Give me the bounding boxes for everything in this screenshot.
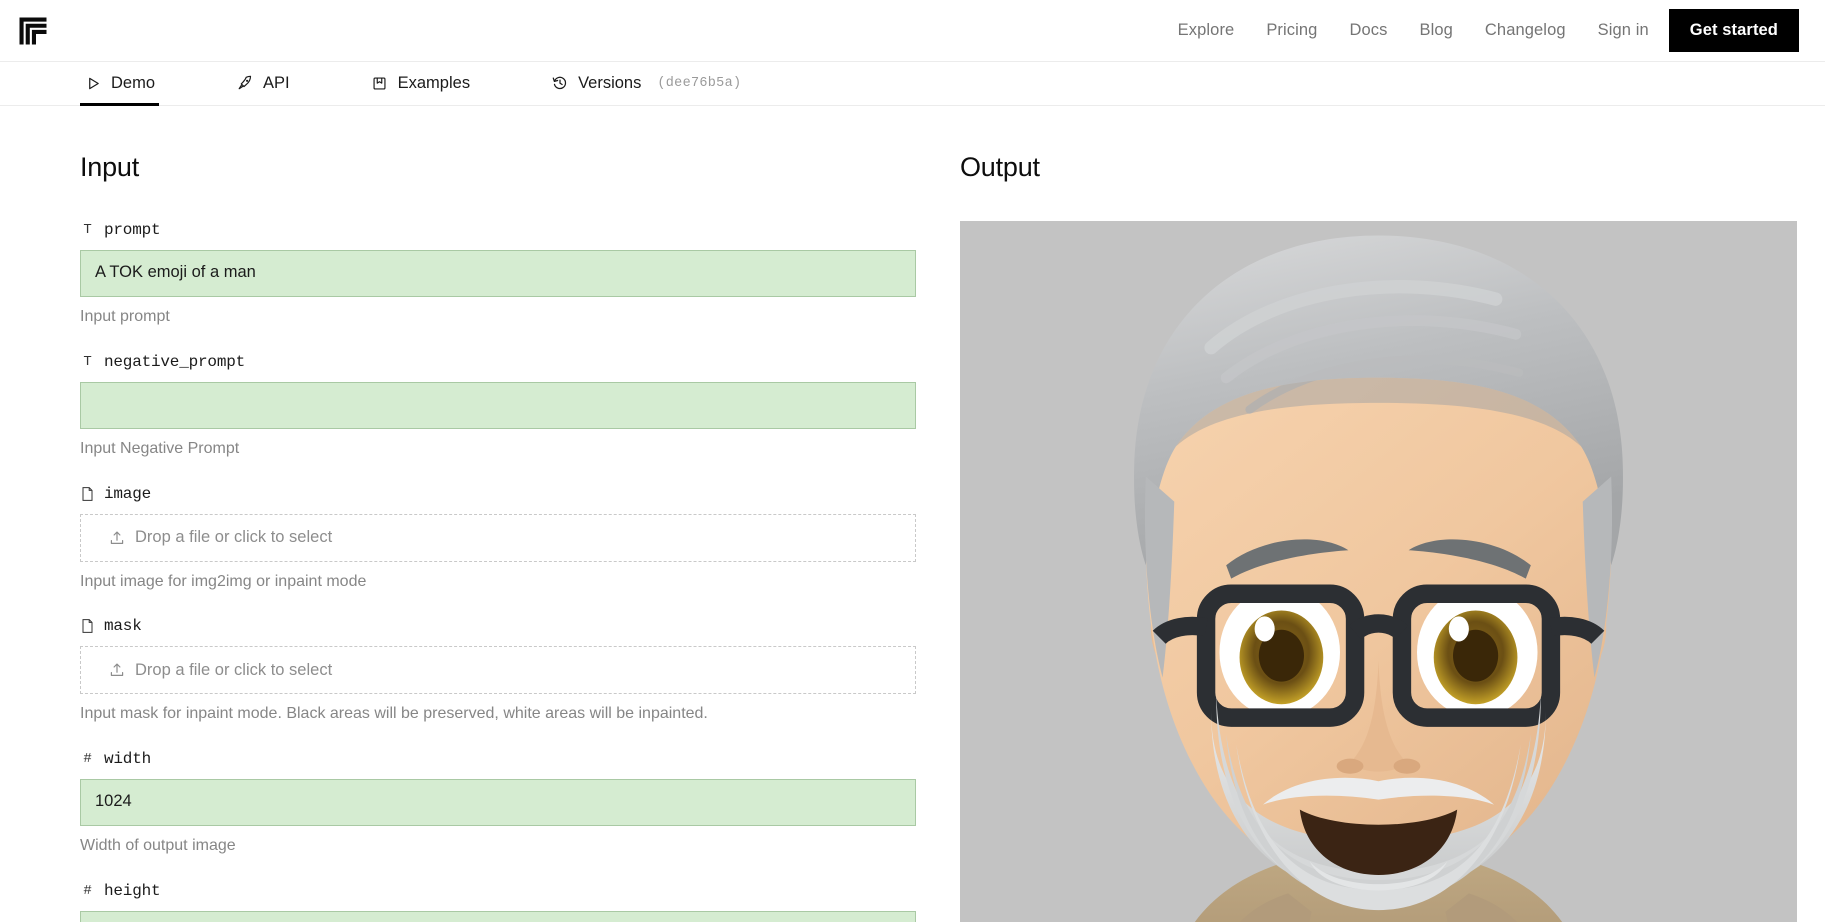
- version-hash: (dee76b5a): [657, 75, 742, 91]
- generated-emoji-portrait-icon: [960, 221, 1797, 922]
- tab-examples[interactable]: Examples: [367, 63, 474, 106]
- field-height-label: # height: [80, 882, 938, 900]
- image-drop-zone[interactable]: Drop a file or click to select: [80, 513, 916, 562]
- negative-prompt-input[interactable]: [80, 381, 916, 429]
- output-section-title: Output: [960, 152, 1040, 182]
- field-prompt-help: Input prompt: [80, 308, 170, 325]
- tab-demo[interactable]: Demo: [80, 63, 160, 106]
- nav-link-explore[interactable]: Explore: [1162, 13, 1251, 48]
- mask-drop-zone-label: Drop a file or click to select: [135, 660, 333, 679]
- text-type-icon: T: [83, 222, 92, 238]
- get-started-button[interactable]: Get started: [1668, 9, 1799, 52]
- nav-link-pricing[interactable]: Pricing: [1250, 13, 1333, 48]
- input-column: Input T prompt Input prompt T negative_p…: [80, 106, 938, 922]
- text-type-icon: T: [83, 353, 92, 370]
- rocket-icon: [236, 74, 254, 92]
- nav-link-blog[interactable]: Blog: [1403, 13, 1468, 48]
- field-width-help: Width of output image: [80, 837, 236, 855]
- tab-api-label: API: [263, 73, 290, 92]
- field-negative-prompt-name: negative_prompt: [104, 352, 246, 371]
- file-type-icon: [80, 486, 95, 502]
- mask-drop-zone[interactable]: Drop a file or click to select: [80, 646, 916, 695]
- width-input[interactable]: [80, 779, 916, 827]
- output-image[interactable]: [960, 221, 1797, 922]
- nav-link-changelog[interactable]: Changelog: [1469, 13, 1582, 48]
- tab-api[interactable]: API: [232, 63, 294, 106]
- field-image-help: Input image for img2img or inpaint mode: [80, 572, 367, 590]
- number-type-icon: #: [83, 882, 92, 899]
- upload-icon: [109, 530, 125, 546]
- height-input[interactable]: [80, 910, 916, 922]
- replicate-logo-icon: [19, 17, 47, 44]
- field-mask-help: Input mask for inpaint mode. Black areas…: [80, 705, 708, 723]
- upload-icon: [109, 662, 125, 678]
- image-drop-zone-label: Drop a file or click to select: [135, 528, 333, 547]
- field-width-label: # width: [80, 750, 938, 768]
- primary-navigation: Explore Pricing Docs Blog Changelog Sign…: [1162, 9, 1799, 52]
- field-image: image Drop a file or click to select Inp…: [80, 485, 938, 593]
- tab-versions[interactable]: Versions (dee76b5a): [547, 63, 745, 106]
- tab-versions-label: Versions: [578, 73, 642, 92]
- field-prompt-name: prompt: [104, 221, 161, 239]
- field-mask-name: mask: [104, 617, 142, 636]
- output-column: Output: [960, 106, 1797, 922]
- history-clock-icon: [551, 74, 569, 92]
- field-mask: mask Drop a file or click to select Inpu…: [80, 617, 938, 725]
- number-type-icon: #: [83, 751, 92, 768]
- field-prompt: T prompt Input prompt: [80, 221, 938, 328]
- nav-link-sign-in[interactable]: Sign in: [1582, 13, 1669, 48]
- field-mask-label: mask: [80, 617, 938, 635]
- file-type-icon: [80, 618, 95, 634]
- bookmark-save-icon: [371, 74, 389, 92]
- play-triangle-icon: [84, 74, 102, 92]
- field-negative-prompt-help: Input Negative Prompt: [80, 439, 240, 457]
- prompt-input[interactable]: [80, 250, 916, 297]
- nav-link-docs[interactable]: Docs: [1333, 13, 1403, 48]
- input-section-title: Input: [80, 152, 140, 182]
- main-content: Input T prompt Input prompt T negative_p…: [0, 106, 1825, 922]
- field-prompt-label: T prompt: [80, 221, 938, 239]
- model-tab-bar: Demo API Examples Versions (dee76b5a): [0, 62, 1825, 106]
- field-negative-prompt: T negative_prompt Input Negative Prompt: [80, 353, 938, 460]
- field-width-name: width: [104, 750, 152, 769]
- field-height: # height: [80, 882, 938, 922]
- field-height-name: height: [104, 881, 161, 900]
- tab-demo-label: Demo: [111, 73, 156, 92]
- field-negative-prompt-label: T negative_prompt: [80, 353, 938, 371]
- field-image-label: image: [80, 485, 938, 503]
- replicate-logo[interactable]: [10, 8, 66, 54]
- tab-examples-label: Examples: [397, 73, 471, 92]
- site-header: Explore Pricing Docs Blog Changelog Sign…: [0, 0, 1825, 62]
- field-image-name: image: [104, 484, 152, 503]
- field-width: # width Width of output image: [80, 750, 938, 857]
